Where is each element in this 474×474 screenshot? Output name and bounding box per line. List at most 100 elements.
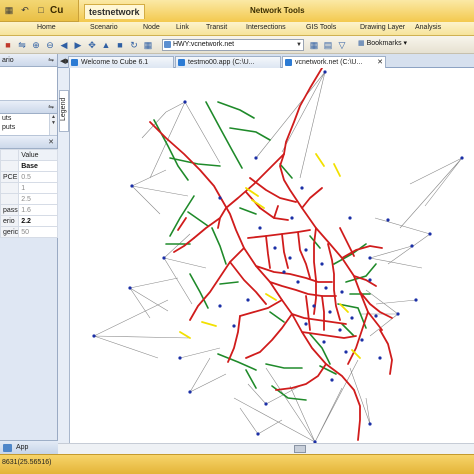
- bookmark-icon: ▦: [358, 40, 365, 47]
- scenario-panel-header: ario ⇋: [0, 54, 57, 67]
- tab-gis-tools[interactable]: GIS Tools: [306, 24, 336, 31]
- open-icon[interactable]: ■: [2, 39, 14, 51]
- scenario-tree: [0, 67, 57, 101]
- io-list: uts puts ▲ ▼: [0, 114, 57, 136]
- app-panel-tab[interactable]: App: [0, 440, 58, 454]
- table-row[interactable]: Base: [0, 160, 58, 172]
- status-bar: 8631(25.56516): [0, 454, 474, 474]
- forward-icon[interactable]: ▶: [72, 39, 84, 51]
- properties-panel-header: ✕: [0, 136, 57, 149]
- select-icon[interactable]: ▲: [100, 39, 112, 51]
- context-tab-title[interactable]: testnetwork: [84, 4, 145, 19]
- tab-transit[interactable]: Transit: [206, 24, 227, 31]
- zoom-in-icon[interactable]: ⊕: [30, 39, 42, 51]
- coordinate-readout: 8631(25.56516): [2, 459, 52, 466]
- table-row[interactable]: PCE 0.5: [0, 171, 58, 183]
- toolbar: ■ ⇋ ⊕ ⊖ ◀ ▶ ✥ ▲ ■ ↻ ▦ HWY:vcnetwork.net …: [0, 36, 474, 54]
- tab-home[interactable]: Home: [37, 24, 56, 31]
- io-panel-header: ⇋: [0, 101, 57, 114]
- grid-header-row: Value: [0, 149, 58, 161]
- table-row[interactable]: geric 50: [0, 226, 58, 238]
- tab-analysis[interactable]: Analysis: [415, 24, 441, 31]
- tab-node[interactable]: Node: [143, 24, 160, 31]
- tab-welcome-label: Welcome to Cube 6.1: [81, 59, 149, 66]
- table-row[interactable]: 1: [0, 182, 58, 194]
- grid-value[interactable]: 2.2: [18, 215, 58, 227]
- legend-label: Legend: [60, 97, 67, 121]
- tab-app-file-label: testmo00.app (C:\U...: [188, 59, 255, 66]
- close-icon[interactable]: ✕: [48, 136, 54, 149]
- document-tabs: ◀▶ Welcome to Cube 6.1 testmo00.app (C:\…: [58, 54, 474, 68]
- layers-icon[interactable]: ▦: [308, 39, 320, 51]
- network-file-icon: [285, 59, 292, 66]
- network-map[interactable]: [70, 68, 474, 454]
- roads-yellow: [179, 153, 361, 359]
- title-bar: ▦ ↶ □ Cu testnetwork Network Tools: [0, 0, 474, 22]
- tab-link[interactable]: Link: [176, 24, 189, 31]
- network-layer-icon: [164, 41, 171, 48]
- filter-icon[interactable]: ▽: [336, 39, 348, 51]
- app-file-icon: [178, 59, 185, 66]
- grid-value[interactable]: 50: [18, 226, 58, 238]
- horizontal-scrollbar[interactable]: [58, 443, 474, 454]
- ribbon-tabs: Home Scenario Node Link Transit Intersec…: [0, 22, 474, 36]
- network-icon[interactable]: ⇋: [16, 39, 28, 51]
- pin-icon[interactable]: ⇋: [48, 54, 54, 67]
- grid-key: [0, 160, 20, 172]
- tab-intersections[interactable]: Intersections: [246, 24, 286, 31]
- left-panel: ario ⇋ ⇋ uts puts ▲ ▼ ✕ Value Base PCE 0.…: [0, 54, 58, 454]
- grid-value[interactable]: 1.6: [18, 204, 58, 216]
- app-menu-icon[interactable]: ▦: [2, 3, 16, 17]
- properties-grid: Value Base PCE 0.5 1 2.5 pass 1.6 erio 2…: [0, 149, 58, 238]
- centroid-nodes: [92, 70, 464, 444]
- table-row[interactable]: erio 2.2: [0, 215, 58, 227]
- bookmarks-chevron-icon: ▾: [403, 40, 408, 47]
- undo-icon[interactable]: ↶: [18, 3, 32, 17]
- table-row[interactable]: 2.5: [0, 193, 58, 205]
- grid-key: erio: [0, 215, 20, 227]
- layer-selector[interactable]: HWY:vcnetwork.net ▼: [162, 39, 304, 51]
- zoom-out-icon[interactable]: ⊖: [44, 39, 56, 51]
- grid-header-key: [0, 149, 20, 161]
- grid-value[interactable]: 2.5: [18, 193, 58, 205]
- close-icon[interactable]: ✕: [377, 57, 383, 68]
- scrollbar[interactable]: ▲ ▼: [49, 114, 57, 135]
- legend-tab[interactable]: Legend: [59, 90, 69, 132]
- app-title: Cu: [50, 5, 64, 16]
- tab-welcome[interactable]: Welcome to Cube 6.1: [68, 56, 174, 68]
- tab-app-file[interactable]: testmo00.app (C:\U...: [175, 56, 281, 68]
- tab-network-file[interactable]: vcnetwork.net (C:\U... ✕: [282, 56, 386, 68]
- grid-value[interactable]: 0.5: [18, 171, 58, 183]
- measure-icon[interactable]: ■: [114, 39, 126, 51]
- grid-icon[interactable]: ▦: [142, 39, 154, 51]
- table-row[interactable]: pass 1.6: [0, 204, 58, 216]
- bookmarks-button[interactable]: ▦ Bookmarks ▾: [358, 39, 407, 47]
- grid-key: [0, 182, 20, 194]
- tab-network-file-label: vcnetwork.net (C:\U...: [295, 59, 363, 66]
- grid-key: PCE: [0, 171, 20, 183]
- grid-header-value: Value: [18, 149, 58, 161]
- save-icon[interactable]: □: [34, 3, 48, 17]
- back-icon[interactable]: ◀: [58, 39, 70, 51]
- tab-drawing-layer[interactable]: Drawing Layer: [360, 24, 405, 31]
- pan-icon[interactable]: ✥: [86, 39, 98, 51]
- refresh-icon[interactable]: ↻: [128, 39, 140, 51]
- grid-value[interactable]: Base: [18, 160, 58, 172]
- bookmarks-label: Bookmarks: [366, 40, 402, 47]
- grid-key: pass: [0, 204, 20, 216]
- grid-key: geric: [0, 226, 20, 238]
- centroid-connectors: [93, 71, 463, 443]
- context-group-label: Network Tools: [250, 6, 305, 15]
- legend-strip: Legend: [58, 68, 70, 454]
- scenario-panel-title: ario: [2, 57, 14, 64]
- network-map-svg[interactable]: [70, 68, 474, 454]
- tab-scenario[interactable]: Scenario: [90, 24, 118, 31]
- chevron-down-icon[interactable]: ▼: [296, 40, 302, 50]
- properties-icon[interactable]: ▤: [322, 39, 334, 51]
- scrollbar-thumb[interactable]: [294, 445, 306, 453]
- pin-icon[interactable]: ⇋: [48, 101, 54, 114]
- app-panel-label: App: [16, 444, 29, 451]
- grid-value[interactable]: 1: [18, 182, 58, 194]
- quick-access-toolbar: ▦ ↶ □: [2, 3, 48, 17]
- grid-key: [0, 193, 20, 205]
